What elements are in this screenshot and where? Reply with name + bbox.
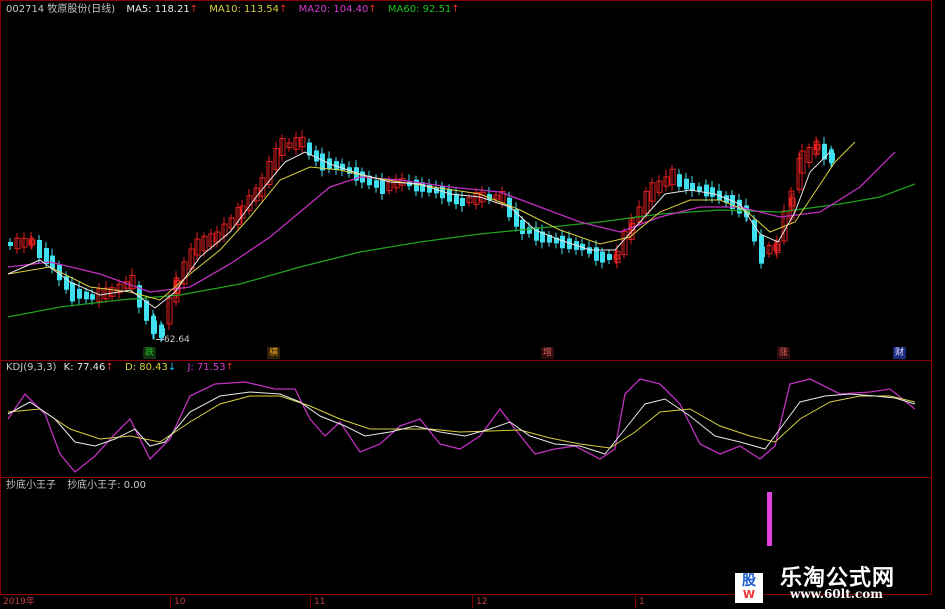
candle-body	[830, 153, 835, 161]
bottom-signal-bar	[767, 492, 772, 546]
date-tick-oct	[170, 594, 171, 608]
candle-body	[760, 246, 765, 258]
site-logo: 股 W	[735, 573, 763, 603]
candle-body	[594, 247, 599, 261]
candle-body	[677, 174, 682, 187]
candle-body	[710, 187, 715, 197]
candle-body	[90, 294, 95, 300]
marker-rise[interactable]: 涨	[777, 347, 791, 359]
date-label-nov: 11	[314, 597, 326, 607]
kdj-legend: KDJ(9,3,3) K: 77.46↑ D: 80.43↓ J: 71.53↑	[6, 362, 242, 374]
candle-body	[70, 282, 75, 302]
candle-body	[8, 242, 13, 246]
candlestick-chart[interactable]	[0, 12, 932, 362]
marker-fall[interactable]: 跌	[143, 347, 157, 359]
candle-body	[37, 240, 42, 258]
date-label-dec: 12	[476, 597, 488, 607]
candle-body	[84, 291, 89, 300]
candle-body	[460, 198, 465, 206]
candle-body	[414, 179, 419, 192]
candle-body	[447, 189, 452, 202]
kdj-j-value: J: 71.53↑	[187, 362, 234, 373]
bottom-indicator-legend: 抄底小王子 抄底小王子: 0.00	[6, 480, 154, 492]
marker-finance[interactable]: 财	[893, 347, 907, 359]
watermark-url: www.60lt.com	[790, 587, 883, 601]
candle-body	[374, 180, 379, 188]
date-tick-dec	[472, 594, 473, 608]
candle-body	[607, 254, 612, 260]
ma20-line	[7, 151, 896, 293]
candle-body	[520, 220, 525, 234]
kdj-chart[interactable]	[0, 374, 932, 474]
kdj-d-line	[7, 395, 916, 449]
marker-increase[interactable]: 增	[541, 347, 555, 359]
candle-body	[314, 150, 319, 162]
candle-body	[704, 184, 709, 197]
kdj-k-line	[7, 391, 916, 455]
low-price-annotation: 62.64	[156, 335, 190, 345]
kdj-k-value: K: 77.46↑	[63, 362, 114, 373]
candle-body	[697, 186, 702, 192]
date-tick-jan	[635, 594, 636, 608]
candle-body	[684, 178, 689, 190]
kdj-j-line	[7, 378, 916, 473]
candles-group	[8, 130, 835, 343]
candle-body	[560, 235, 565, 249]
candle-body	[77, 288, 82, 299]
date-label-year: 2019年	[3, 597, 35, 607]
candle-body	[380, 180, 385, 194]
date-label-jan: 1	[639, 597, 645, 607]
bottom-indicator-title: 抄底小王子	[6, 480, 56, 491]
date-label-oct: 10	[174, 597, 186, 607]
kdj-d-value: D: 80.43↓	[124, 362, 177, 373]
bottom-indicator-value: 抄底小王子: 0.00	[67, 480, 147, 491]
kdj-title: KDJ(9,3,3)	[6, 362, 57, 373]
candle-body	[152, 320, 157, 334]
marker-flat[interactable]: 横	[267, 347, 281, 359]
candle-body	[600, 251, 605, 263]
date-tick-nov	[310, 594, 311, 608]
